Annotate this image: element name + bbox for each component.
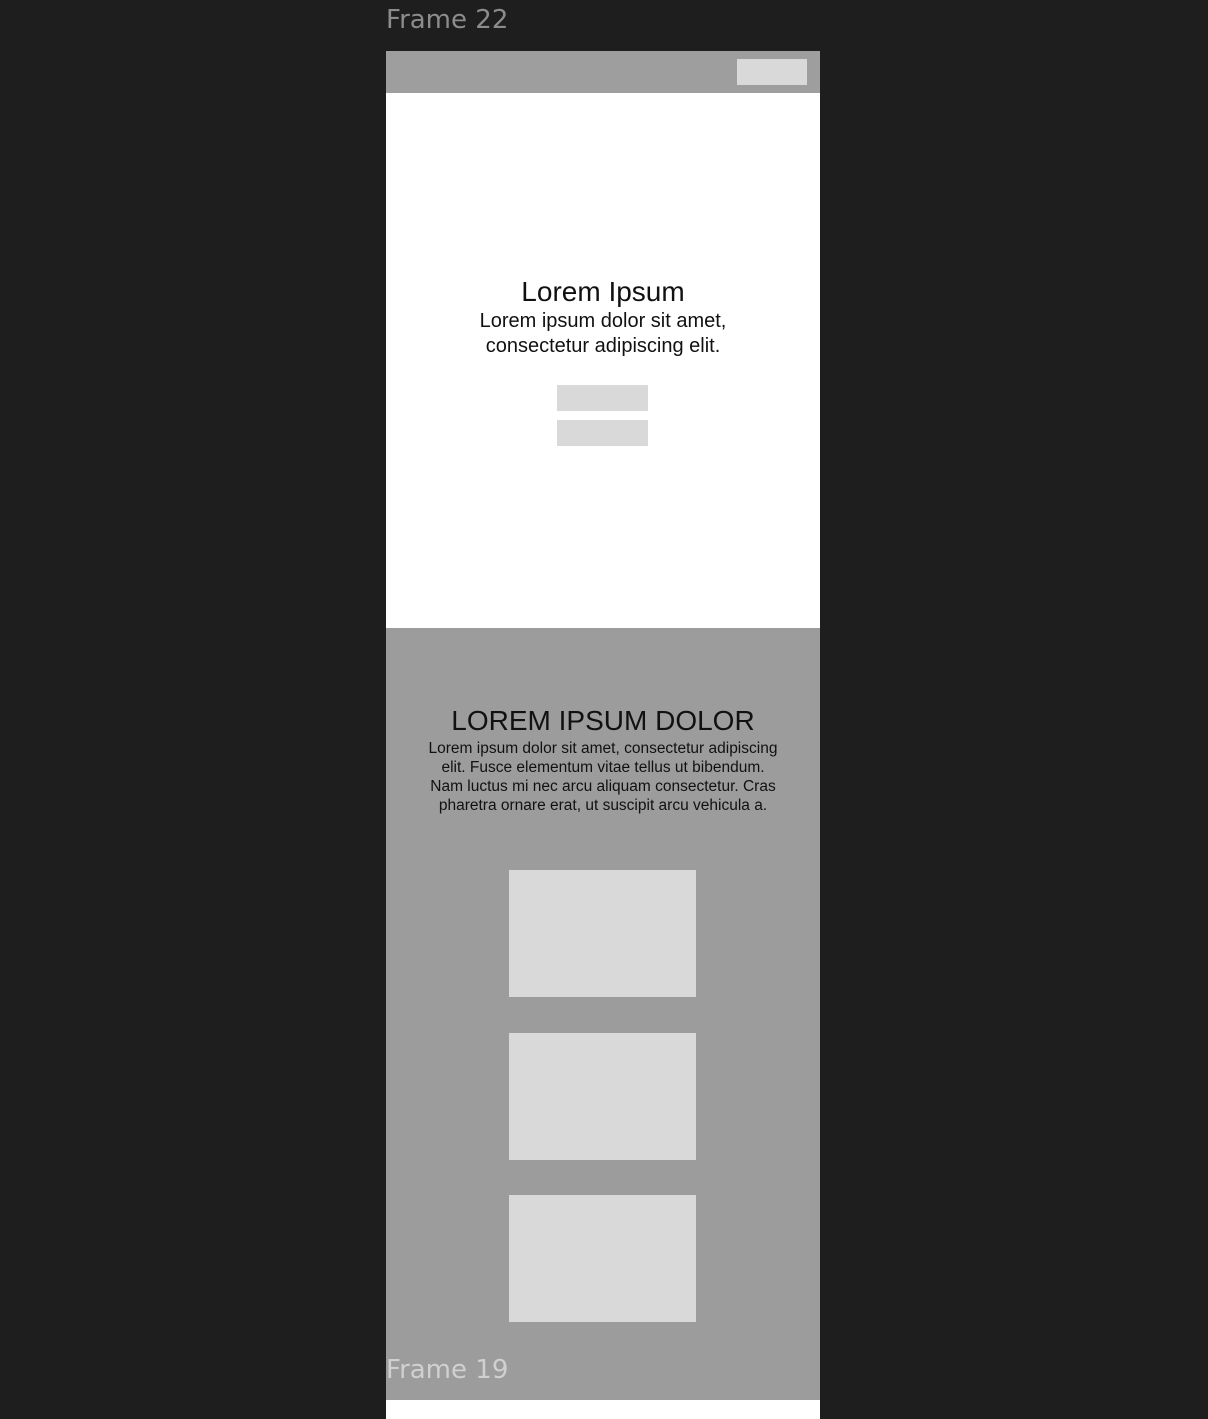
frame-19-label[interactable]: Frame 19 — [386, 1355, 508, 1385]
hero-secondary-button-placeholder[interactable] — [557, 420, 648, 446]
frame-22[interactable]: Lorem Ipsum Lorem ipsum dolor sit amet, … — [386, 51, 820, 628]
next-frame-edge[interactable] — [386, 1400, 820, 1419]
section-description: Lorem ipsum dolor sit amet, consectetur … — [428, 740, 778, 814]
hero-description: Lorem ipsum dolor sit amet, consectetur … — [479, 310, 727, 357]
header-button-placeholder[interactable] — [737, 59, 807, 85]
frame-22-label[interactable]: Frame 22 — [386, 5, 508, 35]
section-title: LOREM IPSUM DOLOR — [451, 705, 755, 736]
image-placeholder-3 — [509, 1195, 696, 1322]
header-bar — [386, 51, 820, 93]
image-placeholder-2 — [509, 1033, 696, 1160]
hero-primary-button-placeholder[interactable] — [557, 385, 648, 411]
hero-title: Lorem Ipsum — [521, 276, 685, 307]
frame-19[interactable]: LOREM IPSUM DOLOR Lorem ipsum dolor sit … — [386, 628, 820, 1400]
image-placeholder-1 — [509, 870, 696, 997]
